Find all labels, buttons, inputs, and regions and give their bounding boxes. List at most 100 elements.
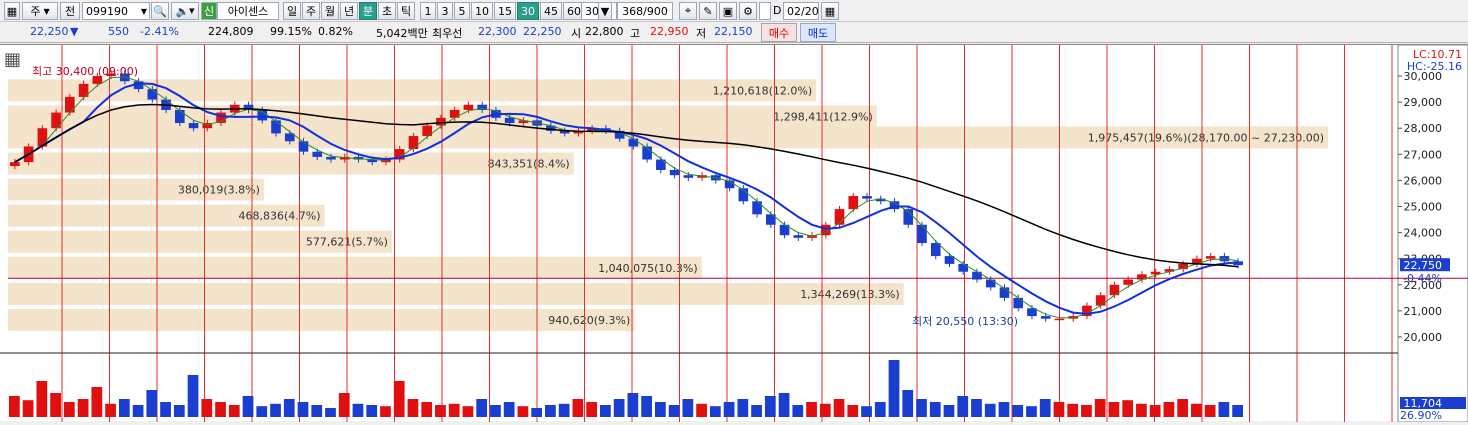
candle-body xyxy=(793,235,804,238)
candle-body xyxy=(958,263,969,272)
volume-bar xyxy=(1081,405,1092,417)
volume-bar xyxy=(806,402,817,417)
save-icon[interactable]: ▣ xyxy=(719,2,737,20)
volume-bar xyxy=(1039,399,1051,417)
volume-bar xyxy=(132,405,144,417)
chart-menu-icon[interactable]: ▦ xyxy=(4,49,21,70)
volume-bar xyxy=(146,390,158,417)
data-count: 368/900 xyxy=(617,2,673,20)
volume-bar xyxy=(929,402,941,417)
period-week[interactable]: 주 xyxy=(302,2,320,20)
volume-bar xyxy=(792,405,804,417)
gear-icon[interactable]: ⚙ xyxy=(739,2,757,20)
candle-body xyxy=(504,117,515,124)
stock-code-input[interactable]: 099190 ▼ xyxy=(82,2,150,20)
interval-3[interactable]: 3 xyxy=(437,2,453,20)
volume-bar xyxy=(641,396,652,417)
low-price: 22,150 xyxy=(714,25,753,38)
volume-profile-bar xyxy=(8,282,904,305)
search-icon[interactable]: 🔍 xyxy=(151,2,169,20)
high-label: 고 xyxy=(630,27,641,40)
volume-profile-label: 1,298,411(12.9%) xyxy=(773,110,873,123)
volume-profile-label: 380,019(3.8%) xyxy=(178,184,260,197)
y-tick-label: 20,000 xyxy=(1404,331,1443,344)
candle-body xyxy=(752,201,762,215)
volume-bar xyxy=(737,399,749,417)
chevron-down-icon: ▼ xyxy=(43,6,50,16)
volume-bar xyxy=(1136,403,1147,417)
period-day[interactable]: 일 xyxy=(283,2,301,20)
volume-bar xyxy=(283,399,295,417)
date-check-label: D xyxy=(773,4,782,17)
y-tick-label: 24,000 xyxy=(1404,227,1443,240)
volume-bar xyxy=(9,396,20,417)
volume-bar xyxy=(448,403,460,417)
calendar-icon[interactable]: ▦ xyxy=(821,2,839,20)
interval-15[interactable]: 15 xyxy=(494,2,516,20)
volume-bar xyxy=(916,399,927,417)
volume-bar xyxy=(627,393,639,417)
volume-bar xyxy=(352,403,364,417)
volume-bar xyxy=(36,381,48,417)
chevron-down-icon[interactable]: ▼ xyxy=(598,2,612,20)
volume-profile-label: 1,344,269(13.3%) xyxy=(800,288,900,301)
crosshair-tool-icon[interactable]: ⌖ xyxy=(679,2,697,20)
volume-bar xyxy=(545,405,556,417)
date-value: 02/20 xyxy=(787,4,819,18)
change-rate: -2.41% xyxy=(140,25,179,38)
volume-bar xyxy=(1122,400,1134,417)
volume-profile-bar xyxy=(8,308,635,331)
chart-area[interactable]: 1,210,618(12.0%) 1,298,411(12.9%) 1,975,45… xyxy=(0,44,1468,423)
mode-label: 주 xyxy=(30,5,41,18)
period-tick[interactable]: 틱 xyxy=(397,2,415,20)
panel-toggle-icon[interactable]: ▦ xyxy=(4,2,20,20)
chart-high-label: 최고 30,400 (09:00) xyxy=(32,65,139,78)
period-second[interactable]: 초 xyxy=(378,2,396,20)
mode-select[interactable]: 주 ▼ xyxy=(22,2,58,20)
period-year[interactable]: 년 xyxy=(340,2,358,20)
candlestick-chart[interactable]: 1,210,618(12.0%) 1,298,411(12.9%) 1,975,45… xyxy=(0,44,1468,423)
interval-45[interactable]: 45 xyxy=(540,2,562,20)
interval-30[interactable]: 30 xyxy=(517,2,539,20)
speaker-icon[interactable]: 🔈 ▼ xyxy=(171,2,199,20)
candle-body xyxy=(188,123,199,129)
period-minute[interactable]: 분 xyxy=(359,2,377,20)
candle-body xyxy=(1123,279,1133,285)
period-month[interactable]: 월 xyxy=(321,2,339,20)
buy-button[interactable]: 매수 xyxy=(761,23,797,42)
open-label: 시 xyxy=(571,27,582,40)
volume-bar xyxy=(366,405,378,417)
hc-label: HC:-25.16 xyxy=(1406,60,1462,73)
y-tick-label: 26,000 xyxy=(1404,174,1443,187)
candle-body xyxy=(862,196,872,199)
y-tick-label: 27,000 xyxy=(1404,148,1443,161)
sell-button[interactable]: 매도 xyxy=(800,23,836,42)
interval-5[interactable]: 5 xyxy=(454,2,470,20)
y-tick-label: 21,000 xyxy=(1404,305,1443,318)
volume-profile-label: 940,620(9.3%) xyxy=(548,314,630,327)
candle-body xyxy=(999,287,1010,298)
volume-profile-label: 843,351(8.4%) xyxy=(488,157,570,170)
volume-bar xyxy=(1012,405,1024,417)
prev-button[interactable]: 전 xyxy=(60,2,80,20)
interval-10[interactable]: 10 xyxy=(471,2,493,20)
volume: 224,809 xyxy=(208,25,254,38)
candle-body xyxy=(669,169,680,176)
date-checkbox[interactable] xyxy=(759,2,771,20)
open-price: 22,800 xyxy=(585,25,624,38)
volume-bar xyxy=(723,402,735,417)
candle-body xyxy=(51,112,61,129)
volume-bar xyxy=(682,399,694,417)
candle-body xyxy=(683,175,694,178)
candle-body xyxy=(917,224,927,244)
stock-code-value: 099190 xyxy=(86,4,128,18)
interval-1[interactable]: 1 xyxy=(420,2,436,20)
volume-bar xyxy=(215,402,226,417)
volume-ratio: 99.15% xyxy=(270,25,312,38)
draw-tool-icon[interactable]: ✎ xyxy=(699,2,717,20)
high-price: 22,950 xyxy=(650,25,689,38)
current-change-label: -0.44% xyxy=(1403,272,1442,285)
volume-bar xyxy=(435,405,446,417)
volume-bar xyxy=(105,403,116,417)
date-input[interactable]: 02/20 xyxy=(783,2,819,20)
